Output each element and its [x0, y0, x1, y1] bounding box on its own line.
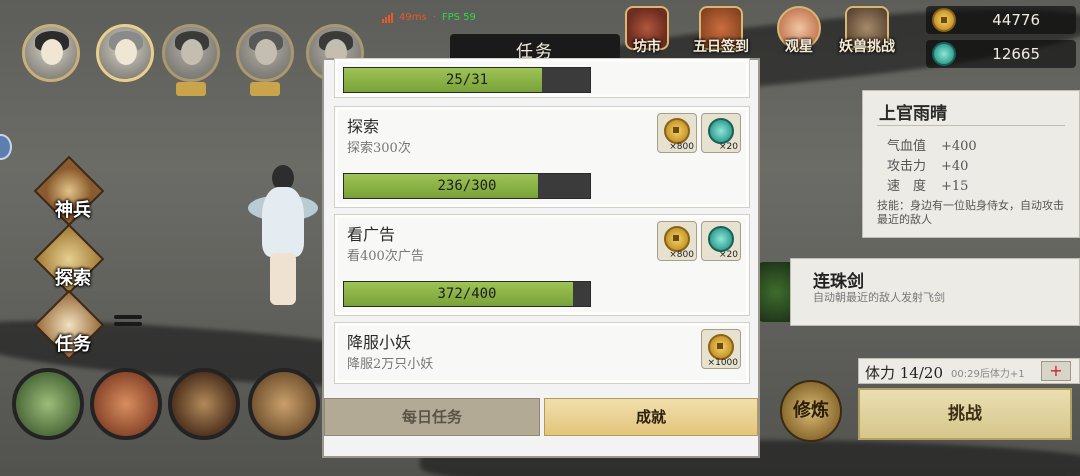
tab-achievements[interactable]: 成就 — [544, 398, 758, 436]
nav-market[interactable]: 坊市 — [618, 6, 676, 64]
skill-slot[interactable] — [248, 368, 320, 440]
character-name: 上官雨晴 — [879, 104, 947, 124]
hero-avatar-locked[interactable] — [162, 24, 220, 82]
weapon-info-panel: 连珠剑 自动朝最近的敌人发射飞剑 — [790, 258, 1080, 326]
stamina-timer: 00:29后体力+1 — [951, 369, 1025, 380]
jade-counter: 12665 — [926, 40, 1076, 68]
cultivate-button[interactable]: 修炼 — [780, 380, 842, 442]
task-desc: 降服2万只小妖 — [347, 357, 434, 372]
task-card: 探索 探索300次 ×800 ×20 236/300 — [334, 106, 750, 208]
skill-slot[interactable] — [12, 368, 84, 440]
skill-slot[interactable] — [90, 368, 162, 440]
reward-item[interactable]: ×20 — [701, 113, 741, 153]
stamina-bar: 体力 14/20 00:29后体力+1 + — [858, 358, 1080, 384]
character-skill-text: 技能：身边有一位贴身侍女，自动攻击最近的敌人 — [877, 199, 1064, 226]
jade-icon — [708, 226, 734, 252]
task-card: 看广告 看400次广告 ×800 ×20 372/400 — [334, 214, 750, 316]
hero-avatar-locked[interactable] — [236, 24, 294, 82]
network-status: 49ms · FPS 59 — [382, 12, 476, 23]
coin-icon — [708, 334, 734, 360]
reward-item[interactable]: ×20 — [701, 221, 741, 261]
hero-avatar[interactable] — [96, 24, 154, 82]
weapon-name: 连珠剑 — [813, 272, 864, 292]
stamina-label: 体力 14/20 — [865, 364, 943, 382]
character-sprite — [248, 165, 318, 305]
coin-counter: 44776 — [926, 6, 1076, 34]
menu-toggle-icon[interactable] — [114, 312, 142, 336]
menu-explore[interactable]: 探索 — [33, 223, 105, 295]
jade-icon — [708, 118, 734, 144]
task-progress-bar: 25/31 — [343, 67, 591, 93]
lock-icon — [176, 82, 206, 96]
coin-icon — [664, 226, 690, 252]
character-info-panel: 上官雨晴 气血值 +400 攻击力 +40 速 度 +15 技能：身边有一位贴身侍女，… — [862, 90, 1080, 238]
reward-item[interactable]: ×800 — [657, 113, 697, 153]
task-name: 探索 — [347, 117, 380, 136]
menu-tasks[interactable]: 任务 — [33, 289, 105, 361]
menu-divine-weapon[interactable]: 神兵 — [33, 155, 105, 227]
task-card: 降服小妖 降服2万只小妖 ×1000 — [334, 322, 750, 384]
challenge-button[interactable]: 挑战 — [858, 388, 1072, 440]
task-desc: 看400次广告 — [347, 249, 424, 264]
signal-icon — [382, 12, 393, 23]
tab-daily-tasks[interactable]: 每日任务 — [324, 398, 540, 436]
hero-avatar[interactable] — [22, 24, 80, 82]
nav-beast-challenge[interactable]: 妖兽挑战 — [838, 6, 896, 64]
jade-icon — [932, 42, 956, 66]
reward-item[interactable]: ×800 — [657, 221, 697, 261]
stat-row: 气血值 +400 — [887, 139, 977, 154]
coin-icon — [932, 8, 956, 32]
stat-row: 速 度 +15 — [887, 179, 969, 194]
stat-row: 攻击力 +40 — [887, 159, 969, 174]
task-desc: 探索300次 — [347, 141, 411, 156]
task-progress-bar: 372/400 — [343, 281, 591, 307]
fps-text: FPS 59 — [441, 12, 476, 23]
task-progress-bar: 236/300 — [343, 173, 591, 199]
task-name: 看广告 — [347, 225, 396, 244]
nav-checkin[interactable]: 五日签到 — [692, 6, 750, 64]
coin-icon — [664, 118, 690, 144]
weapon-desc: 自动朝最近的敌人发射飞剑 — [813, 291, 945, 304]
task-name: 降服小妖 — [347, 333, 412, 352]
ping-text: 49ms — [399, 12, 427, 23]
skill-slot[interactable] — [168, 368, 240, 440]
task-card: 25/31 — [334, 58, 750, 98]
lock-icon — [250, 82, 280, 96]
nav-stargazing[interactable]: 观星 — [770, 6, 828, 64]
add-stamina-button[interactable]: + — [1041, 361, 1071, 381]
reward-item[interactable]: ×1000 — [701, 329, 741, 369]
